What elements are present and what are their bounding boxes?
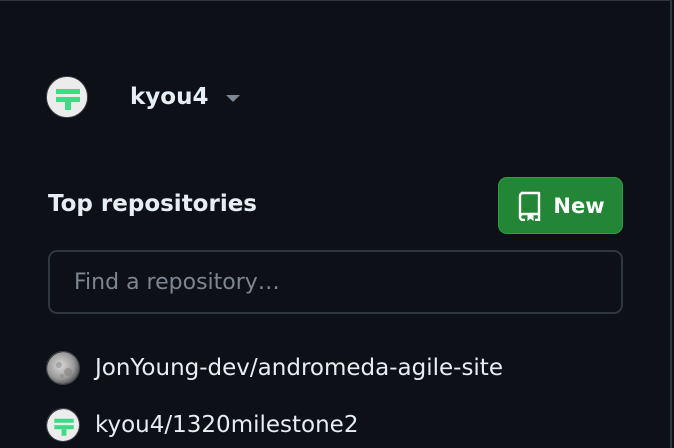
repo-owner: kyou4 [95, 412, 165, 438]
identicon-icon [47, 77, 87, 117]
repo-separator: / [249, 355, 258, 381]
account-switcher[interactable]: kyou4 [46, 76, 241, 118]
user-avatar [46, 76, 88, 118]
repo-owner-avatar [46, 408, 80, 442]
repository-list-item[interactable]: kyou4/1320milestone2 [46, 405, 503, 445]
top-repositories-heading: Top repositories [48, 191, 257, 217]
identicon-icon [47, 409, 79, 441]
repo-name: 1320milestone2 [172, 412, 359, 438]
dashboard-sidebar: kyou4 Top repositories New Find a reposi… [0, 0, 674, 448]
sidebar-right-border [670, 0, 674, 448]
moon-avatar-icon [47, 352, 79, 384]
new-button-label: New [553, 193, 605, 218]
repository-link[interactable]: kyou4/1320milestone2 [95, 412, 358, 438]
repository-link[interactable]: JonYoung-dev/andromeda-agile-site [95, 355, 503, 381]
repository-list: JonYoung-dev/andromeda-agile-site kyou4/… [46, 348, 503, 448]
repo-name: andromeda-agile-site [257, 355, 503, 381]
username-label: kyou4 [130, 84, 209, 110]
repo-owner-avatar [46, 351, 80, 385]
caret-down-icon [226, 94, 241, 102]
find-repository-input[interactable] [48, 250, 623, 314]
repo-separator: / [164, 412, 173, 438]
repo-icon [519, 191, 541, 221]
repository-list-item[interactable]: JonYoung-dev/andromeda-agile-site [46, 348, 503, 388]
new-repository-button[interactable]: New [498, 177, 623, 234]
top-divider [0, 0, 674, 1]
repo-owner: JonYoung-dev [95, 355, 250, 381]
